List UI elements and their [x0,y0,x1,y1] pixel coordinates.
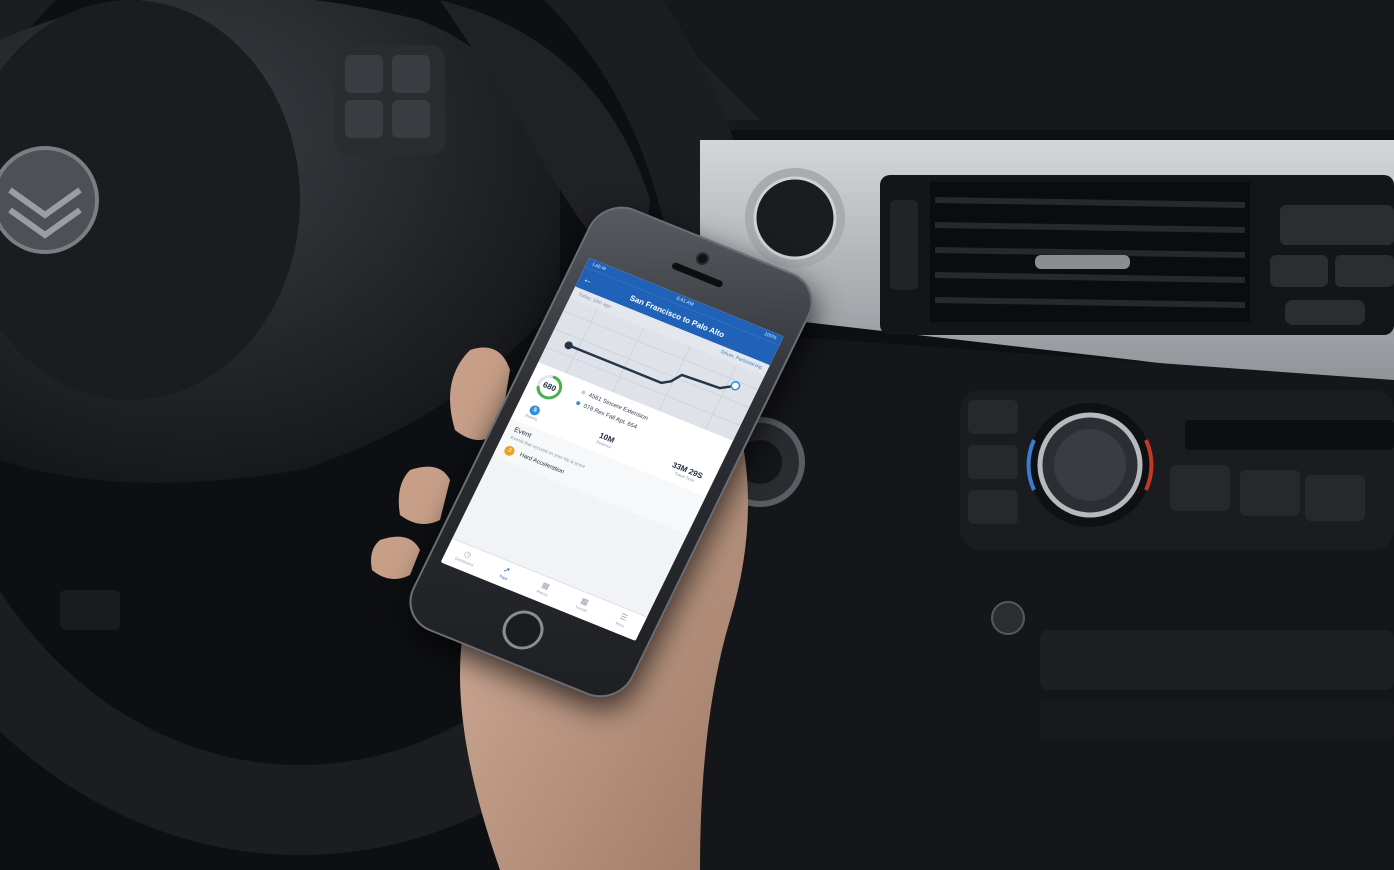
start-dot [580,390,587,396]
car-interior-scene: Lab ✉ 9:41 AM 100% ← San Francisco to Pa… [0,0,1394,870]
start-button [745,168,845,268]
score-gauge: 680 [532,371,568,404]
route-start-marker [564,341,573,350]
tab-more[interactable]: ☰ More [596,602,646,641]
front-camera [696,252,709,265]
stat-events: 5 Events [525,403,543,422]
air-vent [930,182,1250,322]
event-count-badge: 3 [502,444,517,458]
earpiece-speaker [670,261,724,289]
bottom-tab-bar: ◷ Dashboard ➚ Trips ▦ Places ▩ Trends ☰ More [440,537,648,641]
end-dot [575,400,581,407]
home-button[interactable] [495,604,551,656]
stat-travel-time: 33M 29S Travel Time [668,460,705,486]
stat-distance: 10M Distance [595,431,616,451]
climate-panel [680,330,1394,870]
